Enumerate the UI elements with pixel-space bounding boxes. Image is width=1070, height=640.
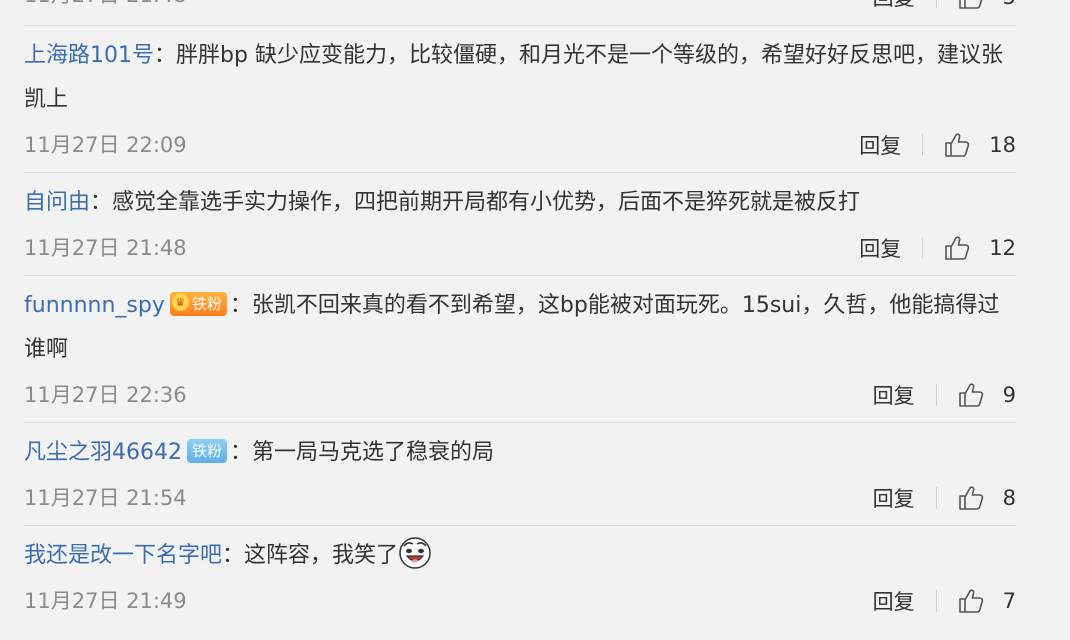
thumbs-up-icon[interactable] (943, 131, 971, 159)
like-count: 5 (1003, 0, 1016, 9)
comment-item: 11月27日 21:48 回复 5 (24, 0, 1016, 26)
comment-time: 11月27日 22:36 (24, 383, 187, 407)
comment-username[interactable]: 凡尘之羽46642 (24, 440, 182, 465)
comment-actions: 回复 9 (873, 378, 1016, 412)
comment-time: 11月27日 21:49 (24, 589, 187, 613)
comment-time: 11月27日 21:48 (24, 236, 187, 260)
comment-username[interactable]: 上海路101号 (24, 43, 154, 68)
comment-actions: 回复 5 (873, 0, 1016, 14)
comment-separator: ： (90, 190, 113, 215)
action-divider (922, 237, 924, 259)
comment-actions: 回复 18 (859, 128, 1016, 162)
crown-icon: ♛ (171, 294, 189, 311)
comment-item: 自问由：感觉全靠选手实力操作，四把前期开局都有小优势，后面不是猝死就是被反打 1… (24, 173, 1016, 276)
comment-separator: ： (230, 440, 253, 465)
comment-time: 11月27日 22:09 (24, 133, 187, 157)
comment-text: 第一局马克选了稳衰的局 (252, 440, 495, 465)
comment-username[interactable]: 自问由 (24, 190, 90, 215)
thumbs-up-icon[interactable] (957, 381, 985, 409)
action-divider (935, 384, 937, 406)
comment-meta: 11月27日 21:54 回复 8 (24, 475, 1016, 525)
comment-body: 自问由：感觉全靠选手实力操作，四把前期开局都有小优势，后面不是猝死就是被反打 (24, 173, 1016, 225)
comment-separator: ： (154, 43, 177, 68)
fan-badge-label: 铁粉 (191, 295, 222, 313)
action-divider (922, 134, 924, 156)
comment-body: 我还是改一下名字吧：这阵容，我笑了 (24, 526, 1016, 578)
fan-badge-label: 铁粉 (192, 442, 223, 460)
comment-meta: 11月27日 22:09 回复 18 (24, 122, 1016, 172)
thumbs-up-icon[interactable] (957, 587, 985, 615)
like-count: 7 (1002, 589, 1016, 613)
comment-separator: ： (222, 543, 245, 568)
comment-item: 我还是改一下名字吧：这阵容，我笑了 11月27日 21:49 回复 7 (24, 526, 1016, 628)
comment-text: 感觉全靠选手实力操作，四把前期开局都有小优势，后面不是猝死就是被反打 (112, 190, 861, 215)
reply-button[interactable]: 回复 (873, 0, 915, 12)
laughing-face-icon (399, 537, 431, 569)
reply-button[interactable]: 回复 (859, 233, 901, 263)
comment-actions: 回复 8 (873, 481, 1016, 515)
comment-body: 上海路101号：胖胖bp 缺少应变能力，比较僵硬，和月光不是一个等级的，希望好好… (24, 26, 1016, 122)
like-count: 12 (989, 236, 1016, 260)
reply-button[interactable]: 回复 (873, 586, 915, 616)
comment-body: 凡尘之羽46642 铁粉 ：第一局马克选了稳衰的局 (24, 423, 1016, 475)
comment-item: funnnnn_spy ♛ 铁粉 ：张凯不回来真的看不到希望，这bp能被对面玩死。15… (24, 276, 1016, 423)
thumbs-up-icon[interactable] (943, 234, 971, 262)
reply-button[interactable]: 回复 (873, 483, 915, 513)
thumbs-up-icon[interactable] (957, 0, 985, 11)
comment-body: funnnnn_spy ♛ 铁粉 ：张凯不回来真的看不到希望，这bp能被对面玩死。15… (24, 276, 1016, 372)
comment-actions: 回复 12 (859, 231, 1016, 265)
comment-meta: 11月27日 21:48 回复 12 (24, 225, 1016, 275)
comment-time: 11月27日 21:48 (24, 0, 187, 10)
comment-item: 凡尘之羽46642 铁粉 ：第一局马克选了稳衰的局 11月27日 21:54 回复 … (24, 423, 1016, 526)
comment-actions: 回复 7 (873, 584, 1016, 618)
action-divider (935, 0, 937, 8)
comment-separator: ： (229, 293, 252, 318)
comment-feed: 11月27日 21:48 回复 5 上海路101号：胖胖bp 缺少应变能力，比较… (0, 0, 1070, 628)
comment-meta: 11月27日 22:36 回复 9 (24, 372, 1016, 422)
comment-meta: 11月27日 21:49 回复 7 (24, 578, 1016, 628)
reply-button[interactable]: 回复 (859, 130, 901, 160)
thumbs-up-icon[interactable] (957, 484, 985, 512)
comment-time: 11月27日 21:54 (24, 486, 187, 510)
fan-badge[interactable]: 铁粉 (187, 439, 228, 463)
like-count: 9 (1002, 383, 1016, 407)
reply-button[interactable]: 回复 (873, 380, 915, 410)
comment-text: 这阵容，我笑了 (244, 543, 399, 568)
like-count: 18 (989, 133, 1016, 157)
like-count: 8 (1002, 486, 1016, 510)
fan-badge[interactable]: ♛ 铁粉 (169, 292, 227, 316)
action-divider (935, 487, 937, 509)
comment-username[interactable]: funnnnn_spy (24, 293, 165, 318)
comment-meta: 11月27日 21:48 回复 5 (24, 0, 1016, 26)
action-divider (935, 590, 937, 612)
comment-item: 上海路101号：胖胖bp 缺少应变能力，比较僵硬，和月光不是一个等级的，希望好好… (24, 26, 1016, 173)
comment-username[interactable]: 我还是改一下名字吧 (24, 543, 222, 568)
